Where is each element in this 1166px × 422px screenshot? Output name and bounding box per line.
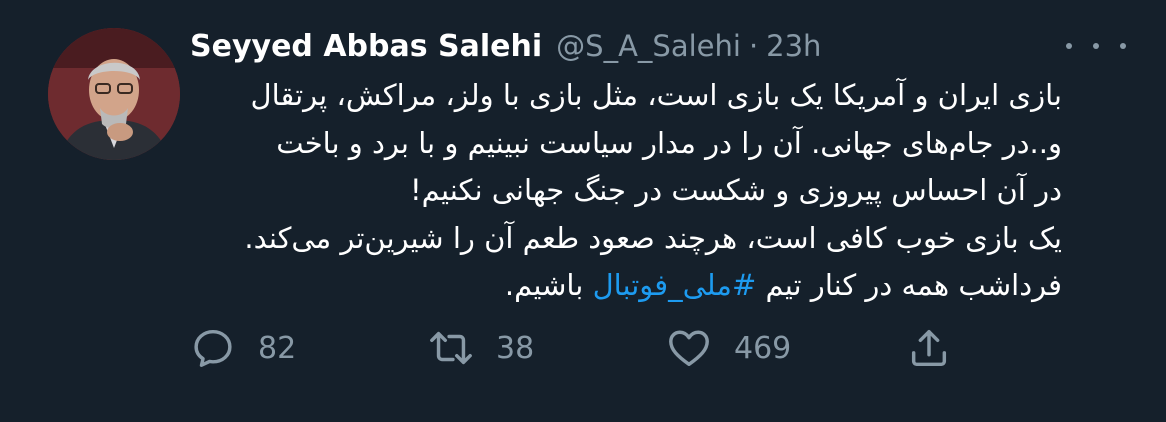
retweet-icon: [430, 331, 472, 365]
separator-dot: ·: [748, 29, 759, 63]
reply-button[interactable]: 82: [190, 312, 296, 384]
like-icon: [669, 330, 709, 367]
reply-icon: [194, 329, 232, 367]
tweet-line-last: فرداشب همه در کنار تیم #ملی_فوتبال باشیم…: [190, 262, 1062, 310]
like-count: 469: [734, 330, 792, 366]
tweet-text-suffix: باشیم.: [504, 268, 593, 302]
hashtag-link[interactable]: #ملی_فوتبال: [593, 268, 757, 302]
tweet-header: Seyyed Abbas Salehi @S_A_Salehi · 23h: [190, 22, 821, 70]
tweet-line: بازی ایران و آمریکا یک بازی است، مثل باز…: [250, 78, 1062, 112]
tweet-line: یک بازی خوب کافی است، هرچند صعود طعم آن …: [244, 220, 1062, 255]
timestamp[interactable]: 23h: [766, 29, 821, 63]
reply-count: 82: [258, 330, 297, 366]
more-icon[interactable]: [1066, 34, 1126, 58]
tweet-line: و..در جام‌های جهانی. آن را در مدار سیاست…: [276, 125, 1062, 160]
retweet-count: 38: [496, 330, 535, 366]
tweet-text-prefix: فرداشب همه در کنار تیم: [756, 268, 1062, 302]
author-name[interactable]: Seyyed Abbas Salehi: [190, 29, 542, 64]
like-button[interactable]: 469: [666, 312, 791, 384]
avatar-image: [48, 28, 180, 160]
retweet-button[interactable]: 38: [428, 312, 534, 384]
tweet-text: بازی ایران و آمریکا یک بازی است، مثل باز…: [190, 72, 1062, 310]
tweet-card[interactable]: Seyyed Abbas Salehi @S_A_Salehi · 23h با…: [0, 0, 1166, 422]
share-icon: [911, 329, 947, 367]
tweet-actions: 82 38 469: [0, 312, 1166, 384]
tweet-line: در آن احساس پیروزی و شکست در جنگ جهانی ن…: [410, 173, 1062, 207]
author-handle[interactable]: @S_A_Salehi: [556, 29, 741, 63]
avatar[interactable]: [48, 28, 180, 160]
share-button[interactable]: [906, 312, 952, 384]
